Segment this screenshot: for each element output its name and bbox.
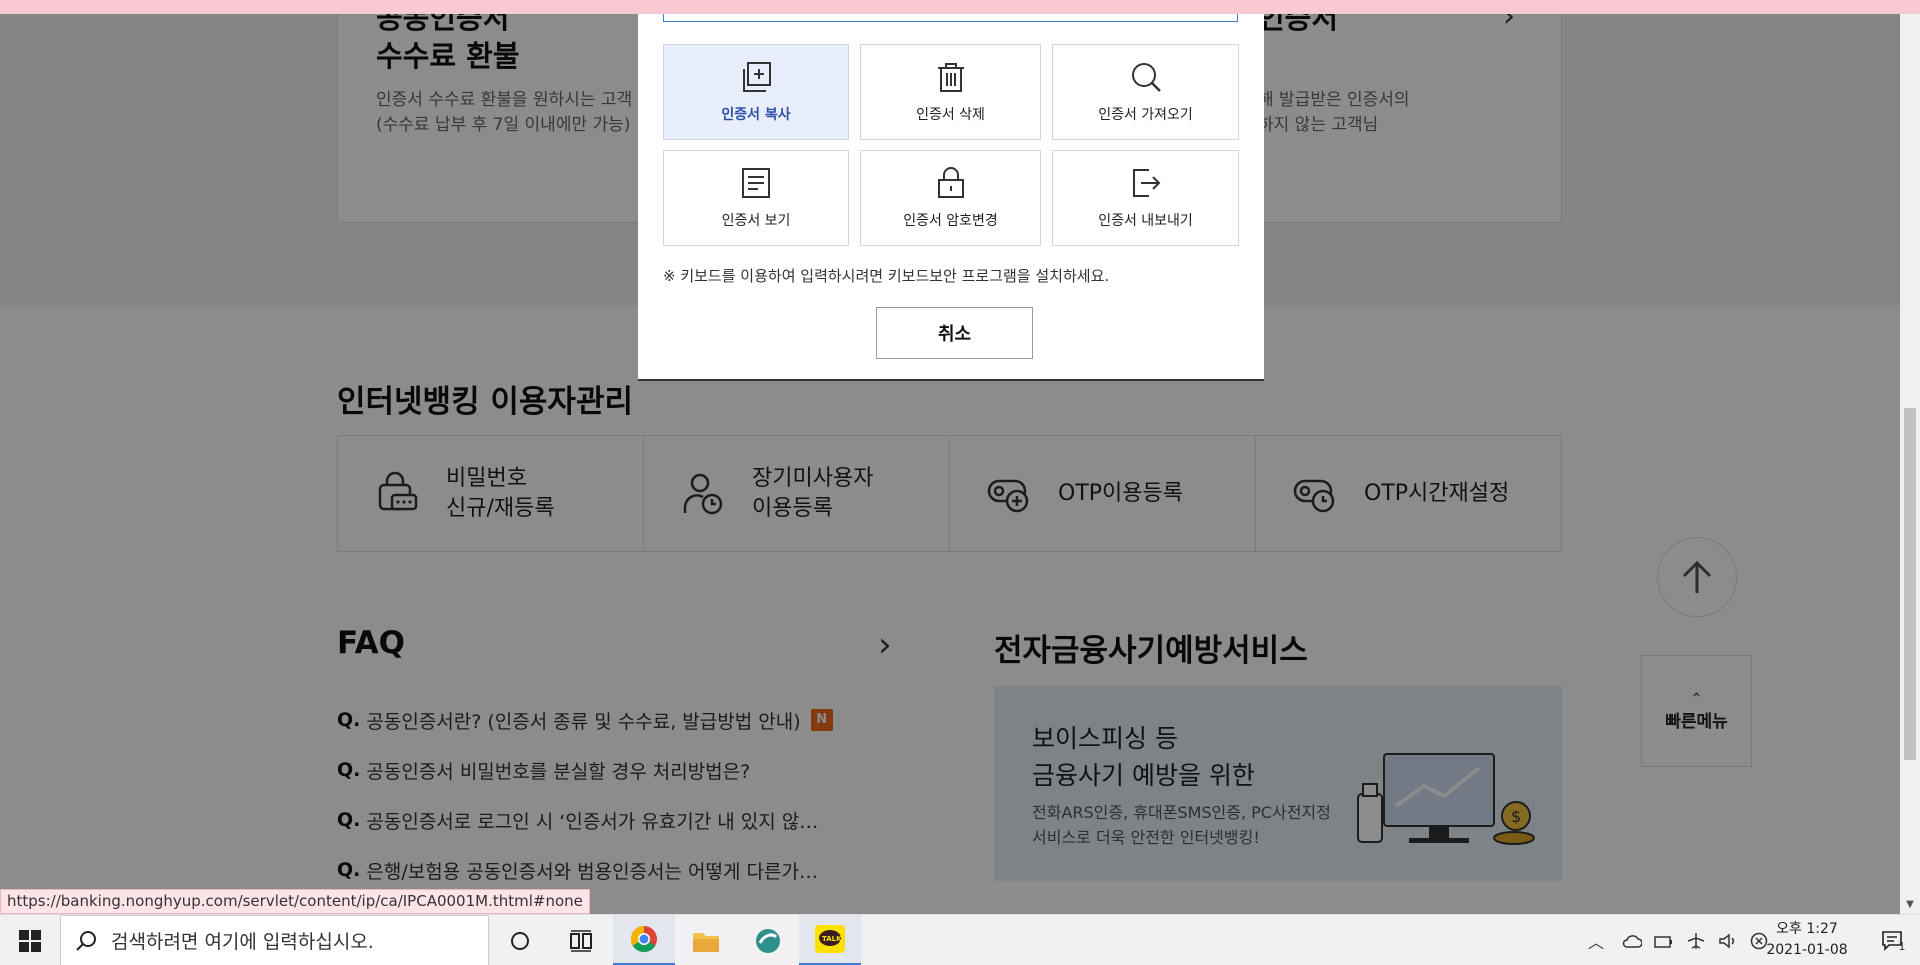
trash-icon bbox=[937, 63, 964, 92]
start-button[interactable] bbox=[0, 915, 60, 965]
cert-view-button[interactable]: 인증서 보기 bbox=[663, 150, 849, 246]
cert-change-password-button[interactable]: 인증서 암호변경 bbox=[860, 150, 1041, 246]
cert-import-button[interactable]: 인증서 가져오기 bbox=[1052, 44, 1239, 140]
clock-date: 2021-01-08 bbox=[1766, 942, 1848, 958]
keyboard-security-note: ※ 키보드를 이용하여 입력하시려면 키보드보안 프로그램을 설치하세요. bbox=[663, 267, 1110, 285]
chrome-icon bbox=[630, 925, 657, 953]
notification-count: 1 bbox=[1898, 940, 1906, 953]
cloud-icon[interactable] bbox=[1622, 934, 1643, 948]
page-scrollbar[interactable]: ▲ ▼ bbox=[1900, 0, 1920, 914]
document-icon bbox=[742, 168, 770, 198]
cert-button-label: 인증서 내보내기 bbox=[1098, 213, 1193, 229]
status-url: https://banking.nonghyup.com/servlet/con… bbox=[0, 889, 590, 914]
taskbar: 검색하려면 여기에 입력하십시오. TALK ︿ 오후 1:27 2021-01… bbox=[0, 914, 1920, 965]
lock-icon bbox=[937, 167, 964, 198]
copy-icon bbox=[743, 62, 771, 92]
certificate-action-grid: 인증서 복사 인증서 삭제 인증서 가져오기 인증서 보기 인증서 암호변경 인… bbox=[663, 44, 1240, 246]
scroll-down-arrow-icon[interactable]: ▼ bbox=[1900, 896, 1920, 914]
airplane-icon[interactable] bbox=[1686, 932, 1706, 950]
app-swirl-icon bbox=[756, 928, 780, 953]
certificate-modal: 인증서 복사 인증서 삭제 인증서 가져오기 인증서 보기 인증서 암호변경 인… bbox=[638, 0, 1264, 381]
cortana-circle-icon bbox=[511, 931, 529, 950]
windows-logo-icon bbox=[19, 929, 41, 952]
cert-delete-button[interactable]: 인증서 삭제 bbox=[860, 44, 1041, 140]
chevron-up-icon[interactable]: ︿ bbox=[1588, 929, 1604, 953]
taskbar-search-placeholder: 검색하려면 여기에 입력하십시오. bbox=[111, 931, 374, 953]
app-button[interactable] bbox=[737, 915, 799, 965]
cortana-button[interactable] bbox=[489, 915, 551, 965]
cert-button-label: 인증서 삭제 bbox=[916, 107, 985, 123]
chrome-app-button[interactable] bbox=[613, 915, 675, 965]
battery-icon[interactable] bbox=[1654, 933, 1674, 949]
search-icon bbox=[1131, 63, 1161, 92]
task-view-button[interactable] bbox=[551, 915, 613, 965]
cert-button-label: 인증서 가져오기 bbox=[1098, 107, 1193, 123]
cert-export-button[interactable]: 인증서 내보내기 bbox=[1052, 150, 1239, 246]
cert-button-label: 인증서 복사 bbox=[721, 107, 791, 123]
taskbar-clock[interactable]: 오후 1:27 2021-01-08 bbox=[1762, 919, 1852, 961]
task-view-icon bbox=[570, 929, 592, 952]
search-icon bbox=[76, 930, 96, 951]
export-icon bbox=[1132, 169, 1160, 197]
top-strip bbox=[0, 0, 1920, 14]
kakaotalk-icon: TALK bbox=[815, 925, 845, 953]
scroll-thumb[interactable] bbox=[1904, 408, 1916, 760]
file-explorer-button[interactable] bbox=[675, 915, 737, 965]
cert-button-label: 인증서 암호변경 bbox=[903, 213, 998, 229]
clock-time: 오후 1:27 bbox=[1776, 921, 1838, 937]
taskbar-search-box[interactable]: 검색하려면 여기에 입력하십시오. bbox=[60, 915, 489, 965]
folder-icon bbox=[693, 932, 719, 952]
cert-copy-button[interactable]: 인증서 복사 bbox=[663, 44, 849, 140]
cancel-button[interactable]: 취소 bbox=[876, 307, 1033, 359]
notification-center-button[interactable]: 1 bbox=[1866, 915, 1920, 965]
system-tray: ︿ bbox=[1588, 915, 1768, 965]
svg-text:TALK: TALK bbox=[822, 935, 842, 943]
cert-button-label: 인증서 보기 bbox=[721, 213, 791, 229]
kakaotalk-app-button[interactable]: TALK bbox=[799, 915, 861, 965]
volume-icon[interactable] bbox=[1718, 932, 1738, 950]
